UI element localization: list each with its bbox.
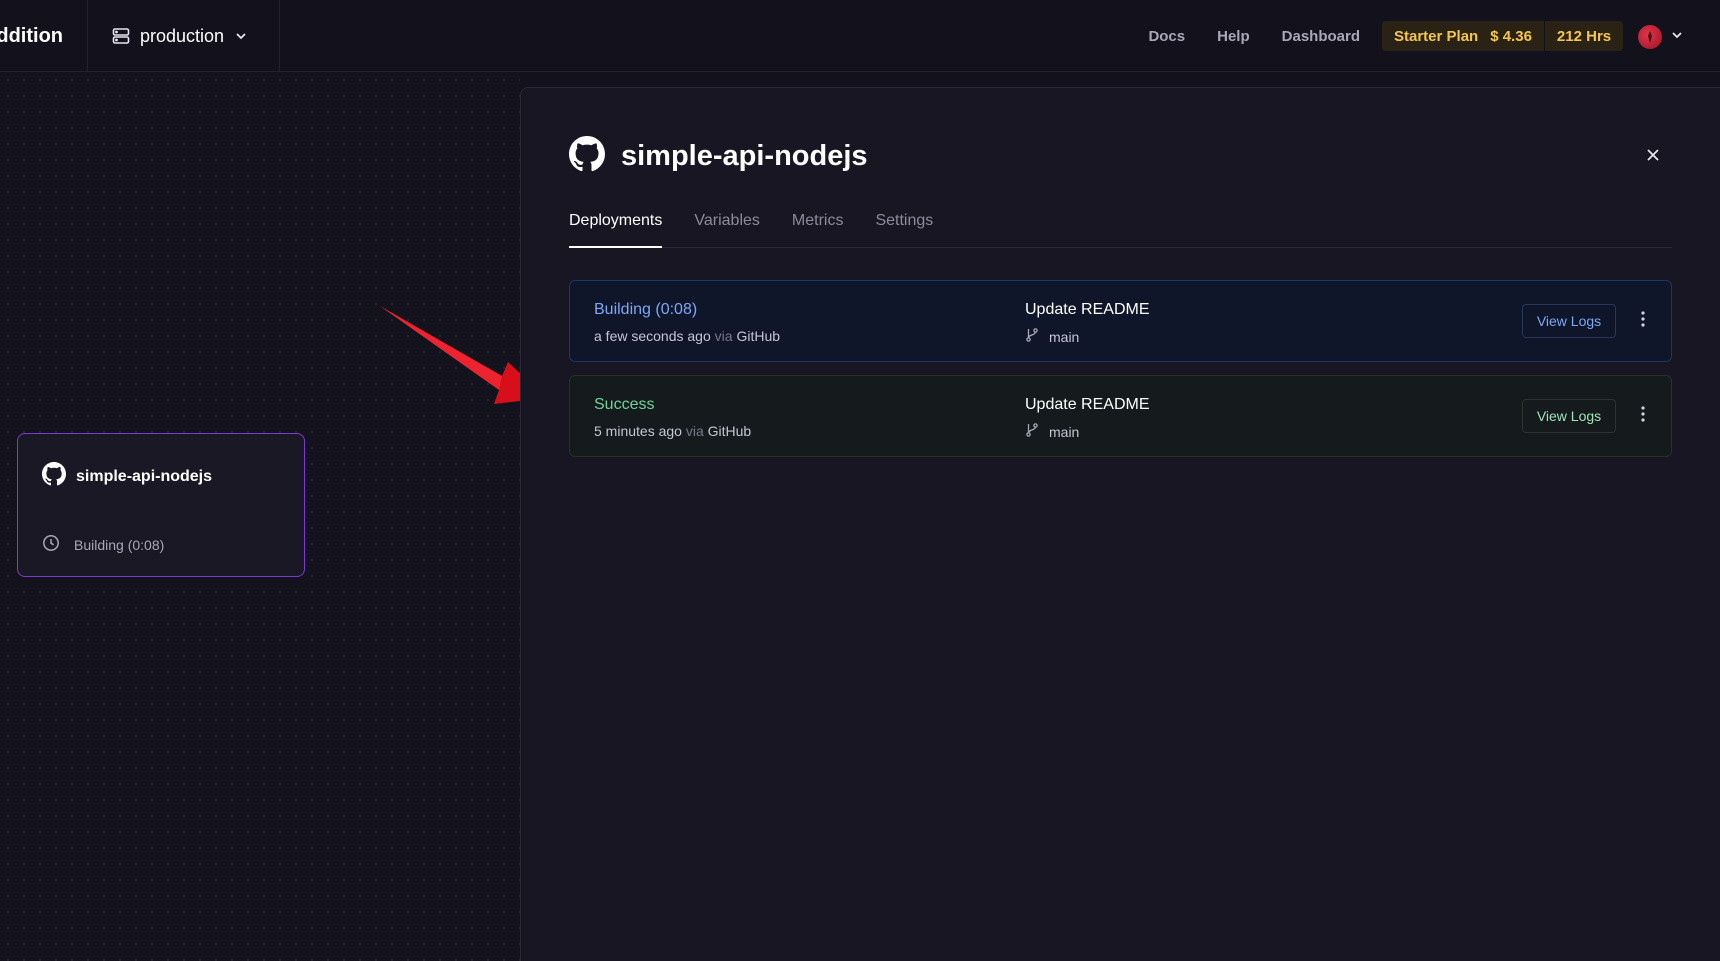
branch-name: main [1049,328,1080,345]
deployment-source: GitHub [736,328,781,344]
chevron-down-icon [234,29,248,43]
more-vertical-icon [1641,405,1645,427]
deployment-status: Success [594,396,655,413]
chevron-down-icon [1670,28,1684,47]
tab-settings[interactable]: Settings [875,208,933,248]
nav-dashboard-link[interactable]: Dashboard [1282,28,1360,45]
service-panel: simple-api-nodejs Deployments Variables … [520,87,1720,961]
nav-docs-link[interactable]: Docs [1148,28,1185,45]
view-logs-button[interactable]: View Logs [1522,304,1616,338]
deployment-row[interactable]: Building (0:08) a few seconds ago via Gi… [569,280,1672,362]
deployment-via: via [685,423,704,439]
view-logs-button[interactable]: View Logs [1522,399,1616,433]
user-menu[interactable] [1638,24,1684,50]
project-name[interactable]: addition [0,0,88,72]
deployment-status: Building (0:08) [594,301,698,318]
close-panel-button[interactable] [1642,146,1664,168]
branch: main [1025,328,1079,345]
top-nav: Docs Help Dashboard [1148,0,1360,72]
deployment-meta: a few seconds ago via GitHub [594,328,780,344]
plan-hours: 212 Hrs [1556,27,1612,45]
github-icon [42,462,66,491]
tab-metrics[interactable]: Metrics [792,208,844,248]
commit-message: Update README [1025,301,1150,318]
git-branch-icon [1025,423,1039,440]
service-card[interactable]: simple-api-nodejs Building (0:08) [17,433,305,577]
git-branch-icon [1025,328,1039,345]
more-options-button[interactable] [1630,308,1656,334]
project-canvas[interactable]: simple-api-nodejs Building (0:08) [0,72,546,961]
panel-title: simple-api-nodejs [621,140,868,172]
service-status-label: Building (0:08) [74,536,165,553]
service-name: simple-api-nodejs [76,467,213,485]
more-vertical-icon [1641,310,1645,332]
service-card-title: simple-api-nodejs [42,462,212,491]
avatar [1638,25,1662,49]
server-stack-icon [112,27,130,45]
top-bar: addition production Docs Help Dashboard … [0,0,1720,72]
commit-message: Update README [1025,396,1150,413]
deployment-meta: 5 minutes ago via GitHub [594,423,751,439]
service-status: Building (0:08) [42,534,164,555]
plan-usage-badge[interactable]: Starter Plan $ 4.36 212 Hrs [1382,21,1624,51]
plan-name: Starter Plan [1394,27,1479,45]
branch: main [1025,423,1079,440]
clock-icon [42,534,60,555]
plan-cost: $ 4.36 [1490,27,1532,45]
github-icon [569,136,605,177]
more-options-button[interactable] [1630,403,1656,429]
deployment-source: GitHub [707,423,752,439]
environment-label: production [140,25,225,46]
nav-help-link[interactable]: Help [1217,28,1250,45]
deployment-row[interactable]: Success 5 minutes ago via GitHub Update … [569,375,1672,457]
deployment-time: a few seconds ago [594,328,711,344]
environment-switcher[interactable]: production [88,0,280,72]
panel-header: simple-api-nodejs [569,136,868,177]
close-icon [1646,148,1660,167]
branch-name: main [1049,423,1080,440]
deployment-via: via [714,328,733,344]
deployment-time: 5 minutes ago [594,423,682,439]
panel-tabs: Deployments Variables Metrics Settings [569,208,1672,248]
tab-variables[interactable]: Variables [694,208,760,248]
tab-deployments[interactable]: Deployments [569,208,663,248]
project-name-label: addition [0,24,63,47]
